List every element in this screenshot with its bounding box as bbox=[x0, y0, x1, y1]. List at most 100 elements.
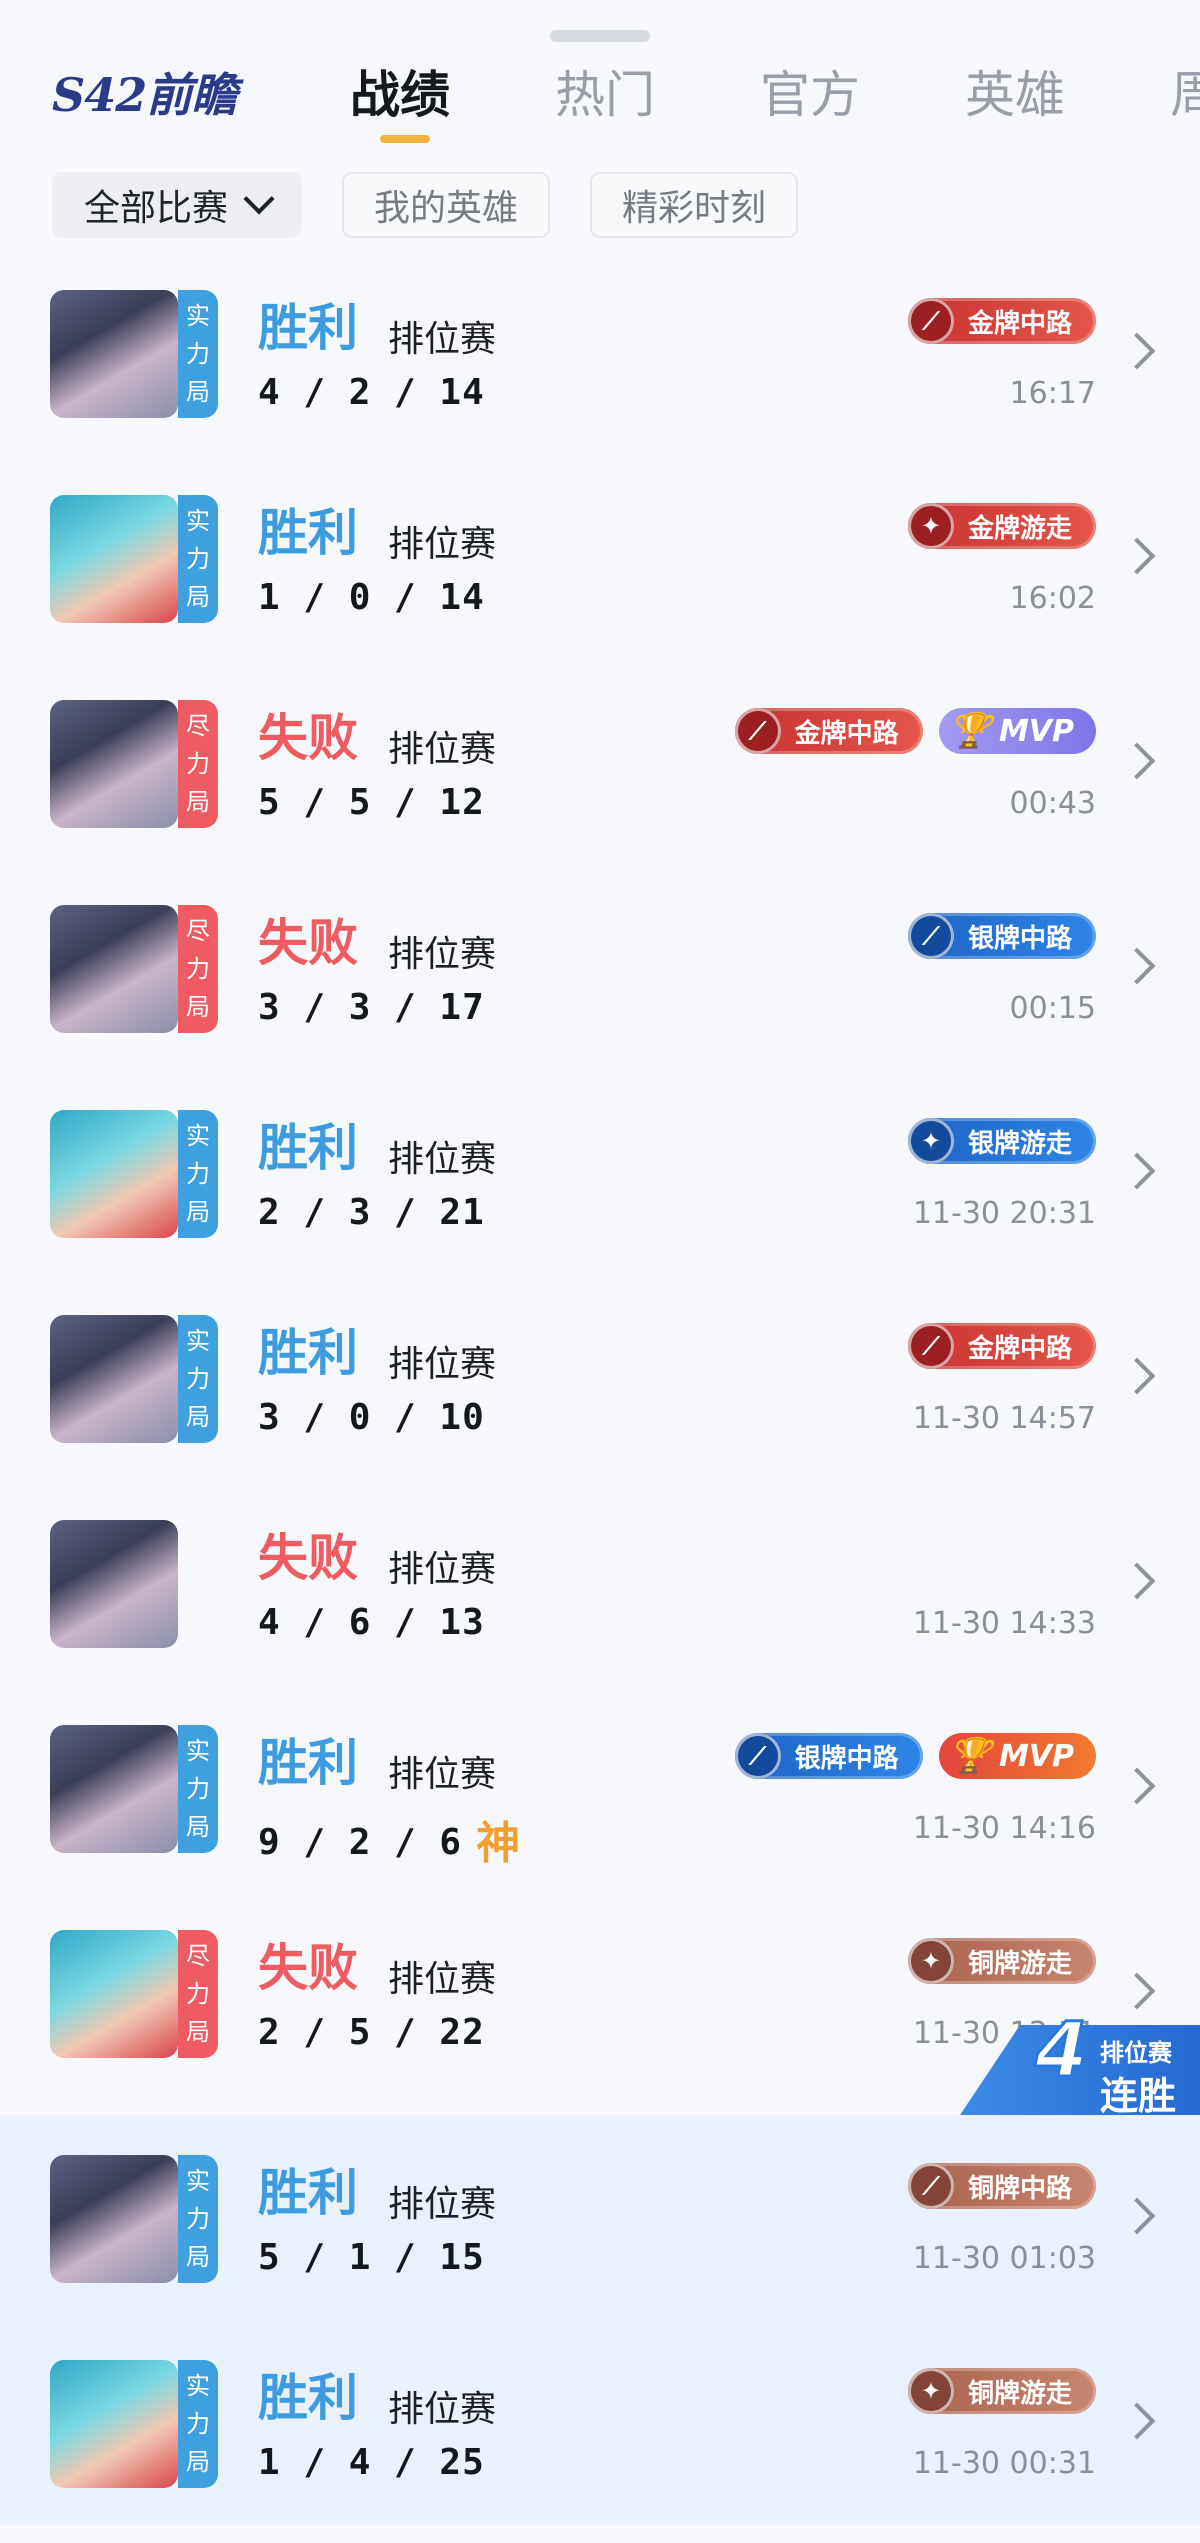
tab-hot[interactable]: 热门 bbox=[555, 55, 760, 135]
chevron-right-icon[interactable] bbox=[1118, 2402, 1156, 2440]
tab-official[interactable]: 官方 bbox=[760, 55, 965, 135]
performance-tag-char: 局 bbox=[186, 1403, 210, 1431]
streak-mode-label: 排位赛 bbox=[1100, 2039, 1172, 2067]
performance-tag: 实力局 bbox=[178, 495, 218, 623]
highlights-filter[interactable]: 精彩时刻 bbox=[590, 172, 799, 238]
match-mode: 排位赛 bbox=[388, 729, 497, 770]
tab-record[interactable]: 战绩 bbox=[350, 55, 555, 143]
match-time: 16:02 bbox=[1009, 581, 1096, 616]
lane-medal-badge: ✦ 铜牌游走 bbox=[907, 2368, 1096, 2414]
kda-value: 5 / 5 / 12 bbox=[258, 782, 485, 823]
roam-icon: ✦ bbox=[907, 1118, 954, 1164]
match-mode: 排位赛 bbox=[388, 1549, 497, 1590]
kda-value: 3 / 3 / 17 bbox=[258, 987, 485, 1028]
match-result: 失败 bbox=[258, 709, 358, 767]
lane-medal-label: 银牌中路 bbox=[967, 923, 1072, 954]
chevron-right-icon[interactable] bbox=[1118, 1357, 1156, 1395]
chevron-down-icon bbox=[243, 183, 275, 215]
tab-heroes[interactable]: 英雄 bbox=[965, 55, 1170, 135]
match-result: 胜利 bbox=[258, 299, 358, 357]
match-time: 11-30 00:31 bbox=[912, 2446, 1096, 2481]
tab-weekly[interactable]: 周 bbox=[1170, 55, 1200, 135]
match-mode: 排位赛 bbox=[388, 934, 497, 975]
performance-tag-char: 局 bbox=[186, 2448, 210, 2476]
filter-bar: 全部比赛 我的英雄 精彩时刻 bbox=[52, 172, 799, 238]
match-row[interactable]: 失败 排位赛 4 / 6 / 13 11-30 14:33 bbox=[0, 1480, 1200, 1685]
hero-avatar bbox=[50, 905, 178, 1033]
match-result: 胜利 bbox=[258, 1119, 358, 1177]
mid-icon: ⟋ bbox=[734, 708, 781, 754]
match-time: 00:15 bbox=[1009, 991, 1096, 1026]
mid-icon: ⟋ bbox=[907, 2163, 954, 2209]
match-row[interactable]: 实力局胜利 排位赛 9 / 2 / 6 神 ⟋ 银牌中路 🏆 MVP 11-30 14:16 bbox=[0, 1685, 1200, 1890]
hero-avatar bbox=[50, 1315, 178, 1443]
all-matches-label: 全部比赛 bbox=[84, 188, 229, 229]
match-row[interactable]: 实力局胜利 排位赛 5 / 1 / 15 ⟋ 铜牌中路 11-30 01:03 bbox=[0, 2115, 1200, 2320]
match-row[interactable]: 实力局胜利 排位赛 1 / 0 / 14 ✦ 金牌游走 16:02 bbox=[0, 455, 1200, 660]
season-logo: S42前瞻 bbox=[52, 68, 237, 122]
chevron-right-icon[interactable] bbox=[1118, 742, 1156, 780]
match-row[interactable]: 实力局胜利 排位赛 4 / 2 / 14 ⟋ 金牌中路 16:17 bbox=[0, 250, 1200, 455]
lane-medal-label: 金牌游走 bbox=[967, 513, 1072, 544]
match-mode: 排位赛 bbox=[388, 2389, 497, 2430]
performance-tag-char: 局 bbox=[186, 993, 210, 1021]
kda-value: 4 / 6 / 13 bbox=[258, 1602, 485, 1643]
lane-medal-label: 金牌中路 bbox=[967, 1333, 1072, 1364]
chevron-right-icon[interactable] bbox=[1118, 1562, 1156, 1600]
performance-tag-char: 力 bbox=[186, 955, 210, 983]
performance-tag: 尽力局 bbox=[178, 1930, 218, 2058]
lane-medal-label: 铜牌游走 bbox=[967, 1948, 1072, 1979]
match-row[interactable]: 尽力局失败 排位赛 3 / 3 / 17 ⟋ 银牌中路 00:15 bbox=[0, 865, 1200, 1070]
lane-medal-badge: ✦ 铜牌游走 bbox=[907, 1938, 1096, 1984]
kda-stats: 4 / 6 / 13 bbox=[258, 1602, 485, 1643]
performance-tag-char: 力 bbox=[186, 1980, 210, 2008]
mid-icon: ⟋ bbox=[734, 1733, 781, 1779]
lane-medal-label: 银牌中路 bbox=[794, 1743, 899, 1774]
match-result: 失败 bbox=[258, 1529, 358, 1587]
match-mode: 排位赛 bbox=[388, 2184, 497, 2225]
lane-medal-label: 金牌中路 bbox=[794, 718, 899, 749]
my-heroes-filter[interactable]: 我的英雄 bbox=[342, 172, 551, 238]
match-result: 失败 bbox=[258, 914, 358, 972]
roam-icon: ✦ bbox=[907, 2368, 954, 2414]
chevron-right-icon[interactable] bbox=[1118, 1767, 1156, 1805]
mvp-label: MVP bbox=[998, 1738, 1074, 1774]
chevron-right-icon[interactable] bbox=[1118, 1152, 1156, 1190]
performance-tag-char: 力 bbox=[186, 340, 210, 368]
chevron-right-icon[interactable] bbox=[1118, 947, 1156, 985]
match-time: 11-30 14:33 bbox=[912, 1606, 1096, 1641]
match-time: 11-30 20:31 bbox=[912, 1196, 1096, 1231]
match-time: 11-30 14:57 bbox=[912, 1401, 1096, 1436]
performance-tag-char: 尽 bbox=[186, 917, 210, 945]
kda-value: 1 / 4 / 25 bbox=[258, 2442, 485, 2483]
match-row[interactable]: 实力局胜利 排位赛 3 / 0 / 10 ⟋ 金牌中路 11-30 14:57 bbox=[0, 1275, 1200, 1480]
chevron-right-icon[interactable] bbox=[1118, 2197, 1156, 2235]
badge-group: ⟋ 铜牌中路 bbox=[907, 2163, 1096, 2209]
badge-group: ⟋ 金牌中路 bbox=[907, 298, 1096, 344]
hero-avatar bbox=[50, 2155, 178, 2283]
hero-avatar bbox=[50, 1930, 178, 2058]
performance-tag-char: 尽 bbox=[186, 712, 210, 740]
lane-medal-badge: ⟋ 金牌中路 bbox=[734, 708, 923, 754]
match-history-sheet: S42前瞻 战绩 热门 官方 英雄 周 全部比赛 我的英雄 精彩时刻 实力局胜利… bbox=[0, 0, 1200, 2543]
hero-avatar bbox=[50, 495, 178, 623]
performance-tag-char: 力 bbox=[186, 2205, 210, 2233]
kda-stats: 1 / 0 / 14 bbox=[258, 577, 485, 618]
match-row[interactable]: 实力局 胜利 排位赛 1 / 4 / 25 ✦ 铜牌游走 11-30 00:31 bbox=[0, 2320, 1200, 2525]
match-result: 胜利 bbox=[258, 2369, 358, 2427]
chevron-right-icon[interactable] bbox=[1118, 332, 1156, 370]
hero-avatar bbox=[50, 290, 178, 418]
performance-tag-char: 实 bbox=[186, 2167, 210, 2195]
match-mode: 排位赛 bbox=[388, 319, 497, 360]
performance-tag-char: 实 bbox=[186, 302, 210, 330]
performance-tag-char: 实 bbox=[186, 1122, 210, 1150]
chevron-right-icon[interactable] bbox=[1118, 537, 1156, 575]
roam-icon: ✦ bbox=[907, 503, 954, 549]
lane-medal-badge: ✦ 银牌游走 bbox=[907, 1118, 1096, 1164]
all-matches-dropdown[interactable]: 全部比赛 bbox=[52, 172, 303, 238]
drag-handle[interactable] bbox=[550, 30, 650, 42]
match-row[interactable]: 尽力局失败 排位赛 5 / 5 / 12 ⟋ 金牌中路 🏆 MVP 00:43 bbox=[0, 660, 1200, 865]
performance-tag-char: 力 bbox=[186, 2410, 210, 2438]
match-row[interactable]: 实力局胜利 排位赛 2 / 3 / 21 ✦ 银牌游走 11-30 20:31 bbox=[0, 1070, 1200, 1275]
performance-tag-char: 实 bbox=[186, 2372, 210, 2400]
